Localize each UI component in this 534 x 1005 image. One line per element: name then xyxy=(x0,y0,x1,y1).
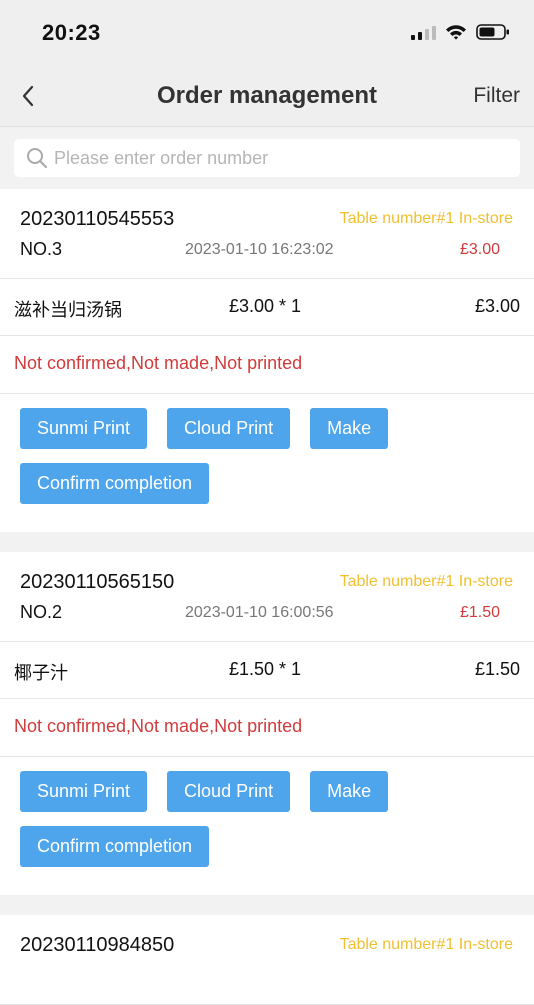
page-title: Order management xyxy=(156,82,378,109)
signal-icon xyxy=(411,24,436,40)
wifi-icon xyxy=(446,25,466,40)
order-number: 20230110565150 xyxy=(20,571,175,593)
search-icon xyxy=(27,148,48,169)
search-placeholder: Please enter order number xyxy=(54,147,269,168)
order-header[interactable]: 20230110565150 Table number#1 In-store N… xyxy=(0,552,534,642)
cloud-print-button[interactable]: Cloud Print xyxy=(167,408,291,449)
item-qty: £1.50 * 1 xyxy=(229,659,302,679)
order-card: 20230110565150 Table number#1 In-store N… xyxy=(0,552,534,895)
confirm-completion-button[interactable]: Confirm completion xyxy=(20,463,210,504)
status-icons xyxy=(411,24,510,40)
order-item-row: 滋补当归汤锅 £3.00 * 1 £3.00 xyxy=(0,279,534,336)
status-bar: 20:23 xyxy=(0,0,534,66)
sunmi-print-button[interactable]: Sunmi Print xyxy=(20,408,148,449)
item-subtotal: £3.00 xyxy=(474,296,520,316)
search-input[interactable]: Please enter order number xyxy=(14,139,520,177)
order-status-row: Not confirmed,Not made,Not printed xyxy=(0,699,534,757)
order-number: 20230110545553 xyxy=(20,208,175,230)
order-actions: Sunmi Print Cloud Print Make Confirm com… xyxy=(0,394,440,532)
order-status: Not confirmed,Not made,Not printed xyxy=(14,716,303,736)
cloud-print-button[interactable]: Cloud Print xyxy=(167,771,291,812)
table-info: Table number#1 In-store xyxy=(339,573,513,590)
make-button[interactable]: Make xyxy=(310,408,389,449)
order-actions: Sunmi Print Cloud Print Make Confirm com… xyxy=(0,757,440,895)
order-number: 20230110984850 xyxy=(20,934,175,956)
sunmi-print-button[interactable]: Sunmi Print xyxy=(20,771,148,812)
item-qty: £3.00 * 1 xyxy=(229,296,302,316)
order-total: £3.00 xyxy=(459,241,500,258)
filter-button[interactable]: Filter xyxy=(473,84,520,108)
table-info: Table number#1 In-store xyxy=(339,210,513,227)
confirm-completion-button[interactable]: Confirm completion xyxy=(20,826,210,867)
navbar: Order management Filter xyxy=(0,66,534,126)
battery-icon xyxy=(476,24,509,40)
table-info: Table number#1 In-store xyxy=(339,936,513,953)
order-status: Not confirmed,Not made,Not printed xyxy=(14,353,303,373)
order-item-row: 椰子汁 £1.50 * 1 £1.50 xyxy=(0,642,534,699)
item-name: 滋补当归汤锅 xyxy=(14,300,122,320)
order-header[interactable]: 20230110545553 Table number#1 In-store N… xyxy=(0,189,534,279)
order-total: £1.50 xyxy=(459,604,500,621)
order-seq: NO.3 xyxy=(20,239,63,259)
status-time: 20:23 xyxy=(42,20,101,45)
order-card: 20230110545553 Table number#1 In-store N… xyxy=(0,189,534,532)
item-subtotal: £1.50 xyxy=(474,659,520,679)
order-seq: NO.2 xyxy=(20,602,63,622)
order-time: 2023-01-10 16:00:56 xyxy=(185,604,334,621)
order-header[interactable]: 20230110984850 Table number#1 In-store xyxy=(0,915,534,1005)
order-card: 20230110984850 Table number#1 In-store xyxy=(0,915,534,1005)
order-time: 2023-01-10 16:23:02 xyxy=(185,241,334,258)
order-status-row: Not confirmed,Not made,Not printed xyxy=(0,336,534,394)
search-bar: Please enter order number xyxy=(0,126,534,189)
make-button[interactable]: Make xyxy=(310,771,389,812)
item-name: 椰子汁 xyxy=(14,663,68,683)
